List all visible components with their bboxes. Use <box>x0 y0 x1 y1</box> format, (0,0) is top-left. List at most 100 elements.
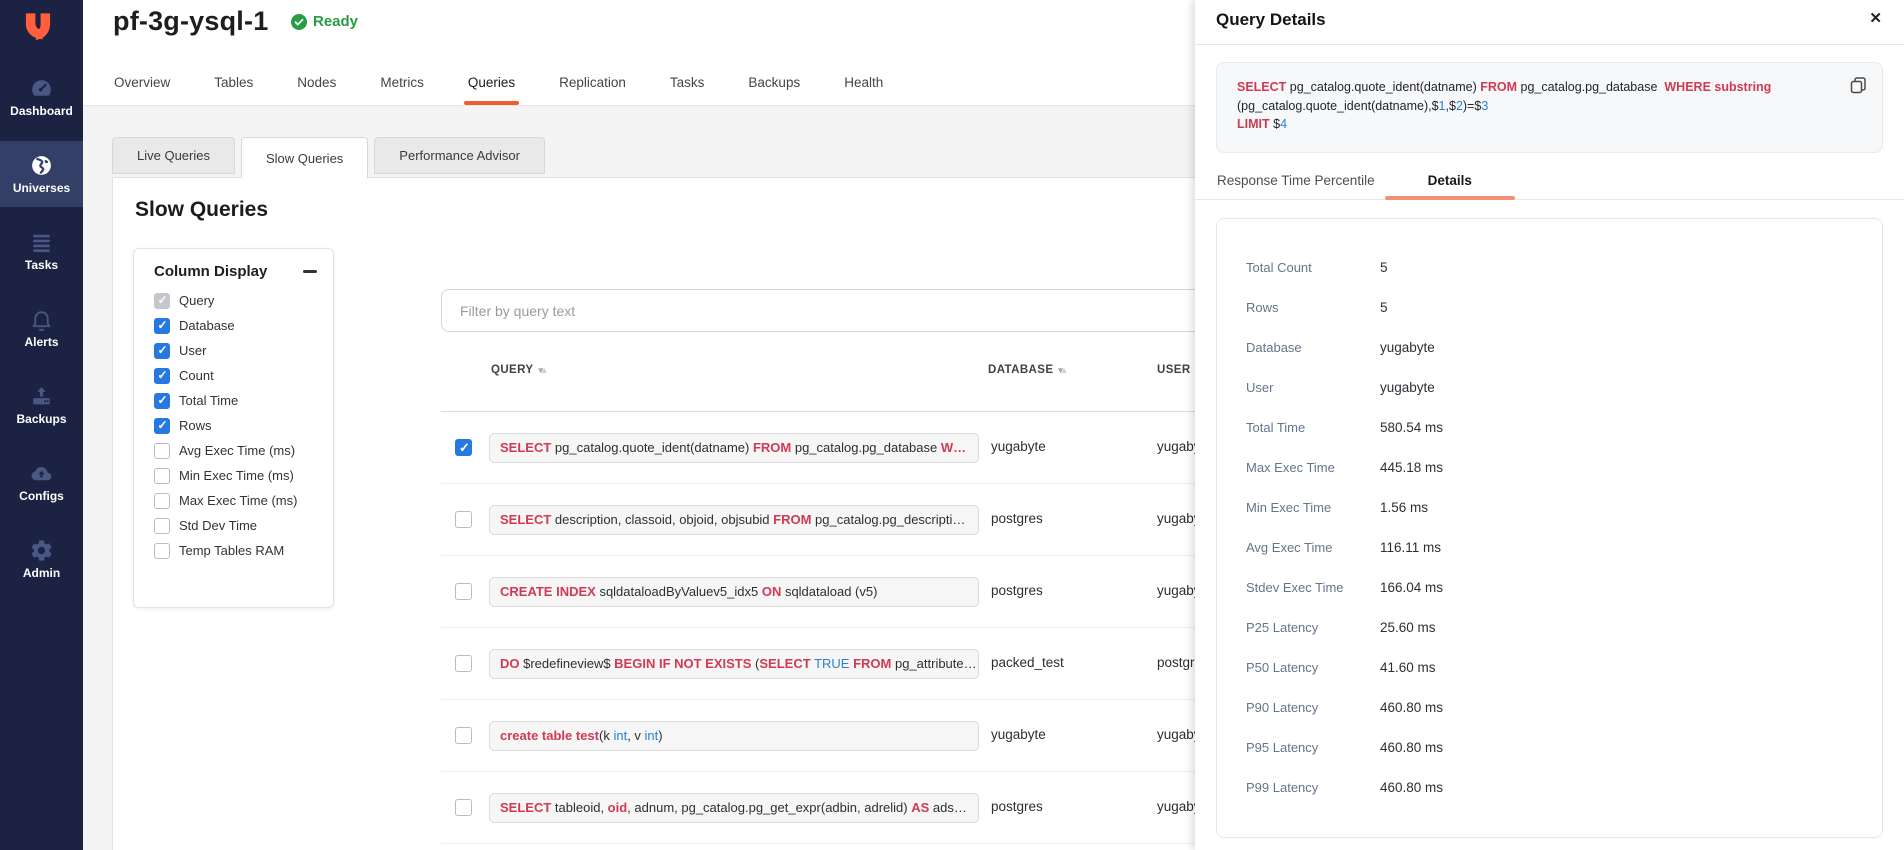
metric-label: Database <box>1246 340 1380 355</box>
row-checkbox[interactable] <box>455 727 472 744</box>
metric-label: P25 Latency <box>1246 620 1380 635</box>
metric-value: 41.60 ms <box>1380 660 1436 675</box>
metric-value: yugabyte <box>1380 340 1435 355</box>
sidebar-nav: Dashboard Universes Tasks Alerts Backups Conf… <box>0 64 83 603</box>
metric-label: Total Time <box>1246 420 1380 435</box>
column-option: User <box>134 338 333 363</box>
checkbox-user[interactable] <box>154 343 170 359</box>
sidebar-item-label: Universes <box>13 181 70 195</box>
column-option: Avg Exec Time (ms) <box>134 438 333 463</box>
configs-icon <box>29 461 54 486</box>
sidebar-item-configs[interactable]: Configs <box>0 449 83 515</box>
metric-row: P99 Latency460.80 ms <box>1217 767 1882 807</box>
yugabyte-logo-icon[interactable] <box>19 9 57 47</box>
row-checkbox[interactable] <box>455 655 472 672</box>
row-checkbox[interactable] <box>455 511 472 528</box>
tab-tables[interactable]: Tables <box>214 59 253 105</box>
checkbox-query[interactable] <box>154 293 170 309</box>
page-title: Slow Queries <box>135 198 268 222</box>
metric-row: P25 Latency25.60 ms <box>1217 607 1882 647</box>
metric-value: 445.18 ms <box>1380 460 1443 475</box>
checkbox-std-dev-time[interactable] <box>154 518 170 534</box>
query-text-pill[interactable]: DO $redefineview$ BEGIN IF NOT EXISTS (S… <box>489 649 979 679</box>
column-header-database[interactable]: DATABASE▾▴ <box>988 364 1065 376</box>
column-option-label: Database <box>179 318 235 333</box>
tab-tasks[interactable]: Tasks <box>670 59 705 105</box>
status-badge: Ready <box>291 13 358 30</box>
tab-nodes[interactable]: Nodes <box>297 59 336 105</box>
row-checkbox[interactable] <box>455 439 472 456</box>
column-option: Count <box>134 363 333 388</box>
row-checkbox[interactable] <box>455 583 472 600</box>
details-tab-details[interactable]: Details <box>1385 162 1515 199</box>
metric-value: yugabyte <box>1380 380 1435 395</box>
tab-backups[interactable]: Backups <box>748 59 800 105</box>
metric-label: Max Exec Time <box>1246 460 1380 475</box>
metric-row: P50 Latency41.60 ms <box>1217 647 1882 687</box>
query-text-pill[interactable]: create table test(k int, v int) <box>489 721 979 751</box>
query-text-pill[interactable]: SELECT pg_catalog.quote_ident(datname) F… <box>489 433 979 463</box>
column-option: Total Time <box>134 388 333 413</box>
sidebar-item-universes[interactable]: Universes <box>0 141 83 207</box>
tab-health[interactable]: Health <box>844 59 883 105</box>
query-text-pill[interactable]: CREATE INDEX sqldataloadByValuev5_idx5 O… <box>489 577 979 607</box>
column-header-query[interactable]: QUERY▾▴ <box>491 364 546 376</box>
column-option-label: Min Exec Time (ms) <box>179 468 294 483</box>
sidebar-item-label: Configs <box>19 489 64 503</box>
checkbox-total-time[interactable] <box>154 393 170 409</box>
tab-replication[interactable]: Replication <box>559 59 626 105</box>
metric-row: Max Exec Time445.18 ms <box>1217 447 1882 487</box>
checkbox-rows[interactable] <box>154 418 170 434</box>
dashboard-icon <box>29 76 54 101</box>
column-option-label: Avg Exec Time (ms) <box>179 443 295 458</box>
sidebar-item-alerts[interactable]: Alerts <box>0 295 83 361</box>
subtab-slow-queries[interactable]: Slow Queries <box>241 137 368 178</box>
metric-label: P50 Latency <box>1246 660 1380 675</box>
subtab-live-queries[interactable]: Live Queries <box>112 137 235 174</box>
sidebar: Dashboard Universes Tasks Alerts Backups Conf… <box>0 0 83 850</box>
metric-row: Stdev Exec Time166.04 ms <box>1217 567 1882 607</box>
sidebar-item-tasks[interactable]: Tasks <box>0 218 83 284</box>
checkbox-min-exec-time-ms-[interactable] <box>154 468 170 484</box>
metric-value: 460.80 ms <box>1380 700 1443 715</box>
cell-database: postgres <box>991 511 1043 526</box>
metric-label: P90 Latency <box>1246 700 1380 715</box>
tab-overview[interactable]: Overview <box>114 59 170 105</box>
metric-row: P90 Latency460.80 ms <box>1217 687 1882 727</box>
details-tabs: Response Time PercentileDetails <box>1195 162 1904 200</box>
column-option-label: Rows <box>179 418 212 433</box>
row-checkbox[interactable] <box>455 799 472 816</box>
universes-icon <box>29 153 54 178</box>
sidebar-item-backups[interactable]: Backups <box>0 372 83 438</box>
backups-icon <box>29 384 54 409</box>
checkbox-avg-exec-time-ms-[interactable] <box>154 443 170 459</box>
collapse-icon[interactable] <box>303 270 317 273</box>
close-icon[interactable]: ✕ <box>1869 9 1882 27</box>
column-option-label: User <box>179 343 206 358</box>
sort-icons: ▾▴ <box>538 365 545 375</box>
checkbox-database[interactable] <box>154 318 170 334</box>
checkbox-max-exec-time-ms-[interactable] <box>154 493 170 509</box>
column-option: Min Exec Time (ms) <box>134 463 333 488</box>
column-header-user[interactable]: USER <box>1157 364 1191 376</box>
tab-queries[interactable]: Queries <box>468 59 515 105</box>
checkbox-temp-tables-ram[interactable] <box>154 543 170 559</box>
metric-label: Stdev Exec Time <box>1246 580 1380 595</box>
sidebar-item-label: Backups <box>16 412 66 426</box>
column-display-card: Column Display QueryDatabaseUserCountTot… <box>133 248 334 608</box>
details-tab-response-time-percentile[interactable]: Response Time Percentile <box>1207 162 1385 199</box>
tab-metrics[interactable]: Metrics <box>380 59 424 105</box>
status-label: Ready <box>313 13 358 30</box>
query-text-pill[interactable]: SELECT tableoid, oid, adnum, pg_catalog.… <box>489 793 979 823</box>
sidebar-item-admin[interactable]: Admin <box>0 526 83 592</box>
query-text-pill[interactable]: SELECT description, classoid, objoid, ob… <box>489 505 979 535</box>
metric-row: Total Time580.54 ms <box>1217 407 1882 447</box>
checkbox-count[interactable] <box>154 368 170 384</box>
column-option-label: Std Dev Time <box>179 518 257 533</box>
cell-database: packed_test <box>991 655 1064 670</box>
column-option: Max Exec Time (ms) <box>134 488 333 513</box>
copy-icon[interactable] <box>1848 75 1868 95</box>
sidebar-item-dashboard[interactable]: Dashboard <box>0 64 83 130</box>
subtab-performance-advisor[interactable]: Performance Advisor <box>374 137 545 174</box>
details-header: Query Details ✕ <box>1195 0 1904 45</box>
